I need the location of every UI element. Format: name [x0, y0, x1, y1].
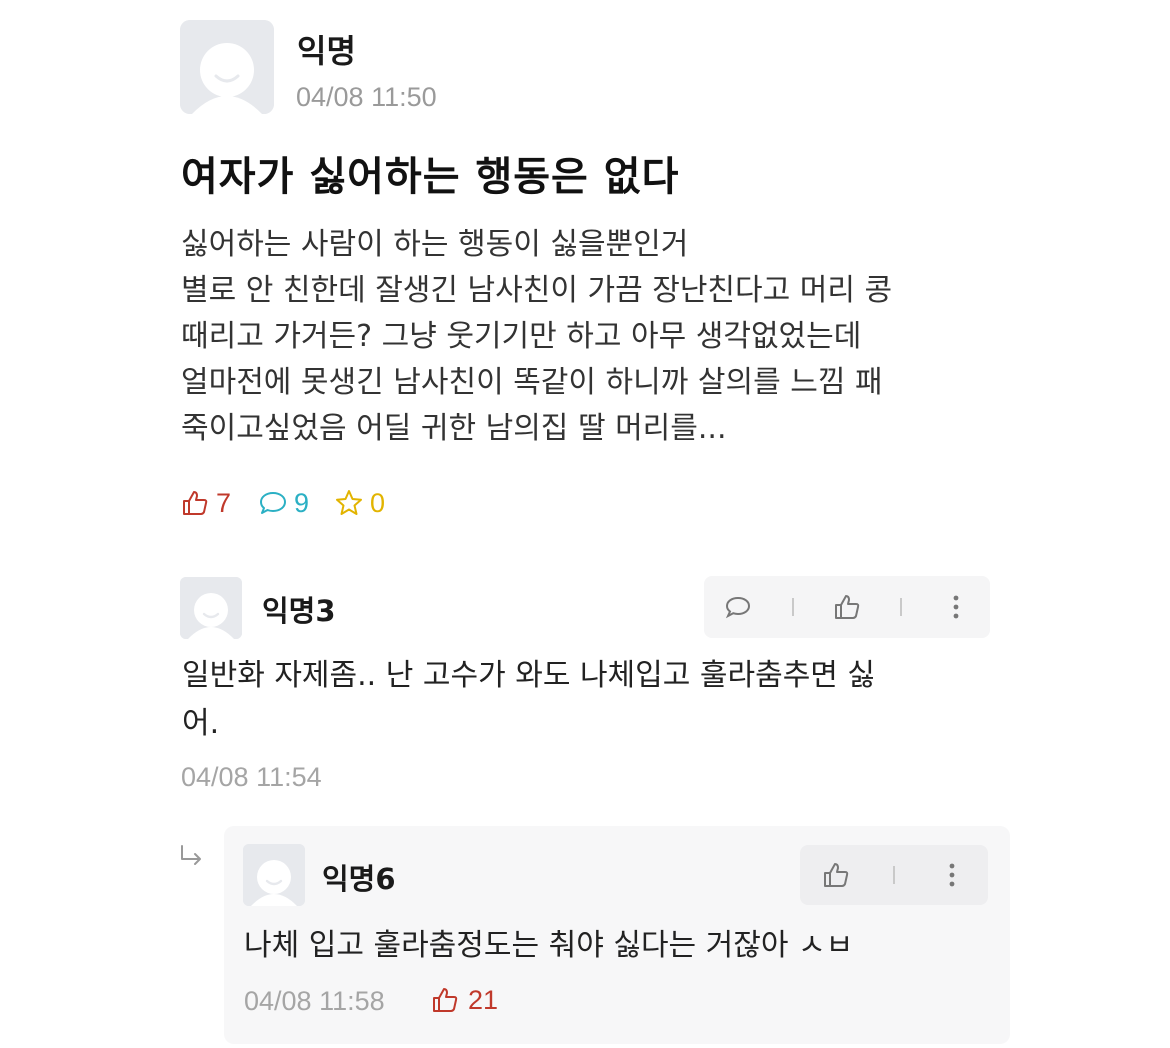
- like-count: 7: [216, 487, 232, 518]
- more-options-button[interactable]: [941, 592, 971, 622]
- post-comment-count[interactable]: 9: [258, 486, 309, 520]
- divider: [791, 598, 794, 616]
- default-user-icon: [243, 844, 305, 906]
- reply-text: 나체 입고 훌라춤정도는 춰야 싫다는 거잖아 ㅅㅂ: [244, 928, 854, 963]
- reply-like-count: 21: [430, 982, 498, 1018]
- more-vertical-icon: [949, 863, 955, 887]
- post-body-line: 얼마전에 못생긴 남사친이 똑같이 하니까 살의를 느낌 패: [181, 365, 883, 400]
- reply-timestamp: 04/08 11:58: [244, 986, 385, 1016]
- comment-bubble-icon: [260, 492, 286, 514]
- post-body: 싫어하는 사람이 하는 행동이 싫을뿐인거 별로 안 친한데 잘생긴 남사친이 …: [181, 222, 892, 452]
- author-avatar: [180, 20, 274, 114]
- thumbs-up-icon: [834, 595, 860, 619]
- reply-button[interactable]: [723, 592, 753, 622]
- comment-bubble-icon: [726, 596, 751, 619]
- scrap-count: 0: [370, 487, 386, 518]
- comment-action-bar: [704, 576, 990, 638]
- divider: [900, 598, 903, 616]
- post-author-name: 익명: [297, 32, 356, 70]
- reply-like-number: 21: [468, 984, 499, 1015]
- reply-arrow-icon: [181, 845, 201, 865]
- comment-text-line: 어.: [182, 706, 220, 741]
- comment-text: 일반화 자제좀.. 난 고수가 와도 나체입고 훌라춤추면 싫 어.: [182, 652, 875, 748]
- more-options-button[interactable]: [937, 860, 967, 890]
- like-button[interactable]: [821, 860, 851, 890]
- comment-text-line: 일반화 자제좀.. 난 고수가 와도 나체입고 훌라춤추면 싫: [182, 658, 876, 693]
- more-vertical-icon: [953, 595, 959, 619]
- thumbs-up-icon: [183, 491, 208, 515]
- post-scrap-count[interactable]: 0: [334, 486, 385, 520]
- reply-action-bar: [800, 845, 988, 905]
- thumbs-up-icon: [824, 863, 849, 887]
- default-user-icon: [180, 20, 274, 114]
- post-like-count[interactable]: 7: [180, 486, 231, 520]
- comment-author-avatar: [180, 577, 242, 639]
- comment-author-name: 익명3: [262, 594, 336, 628]
- default-user-icon: [180, 577, 242, 639]
- post-body-line: 죽이고싶었음 어딜 귀한 남의집 딸 머리를...: [181, 411, 727, 446]
- post-body-line: 별로 안 친한데 잘생긴 남사친이 가끔 장난친다고 머리 콩: [181, 273, 893, 308]
- comment-timestamp: 04/08 11:54: [181, 762, 322, 792]
- thumbs-up-icon: [433, 988, 458, 1012]
- divider: [893, 866, 895, 884]
- reply-author-name: 익명6: [322, 862, 396, 896]
- like-button[interactable]: [832, 592, 862, 622]
- post-body-line: 싫어하는 사람이 하는 행동이 싫을뿐인거: [181, 227, 689, 262]
- reply-author-avatar: [243, 844, 305, 906]
- post-timestamp: 04/08 11:50: [296, 82, 437, 112]
- comment-count: 9: [294, 487, 310, 518]
- post-title: 여자가 싫어하는 행동은 없다: [181, 154, 680, 200]
- post-body-line: 때리고 가거든? 그냥 웃기기만 하고 아무 생각없었는데: [181, 319, 862, 354]
- star-icon: [336, 490, 362, 515]
